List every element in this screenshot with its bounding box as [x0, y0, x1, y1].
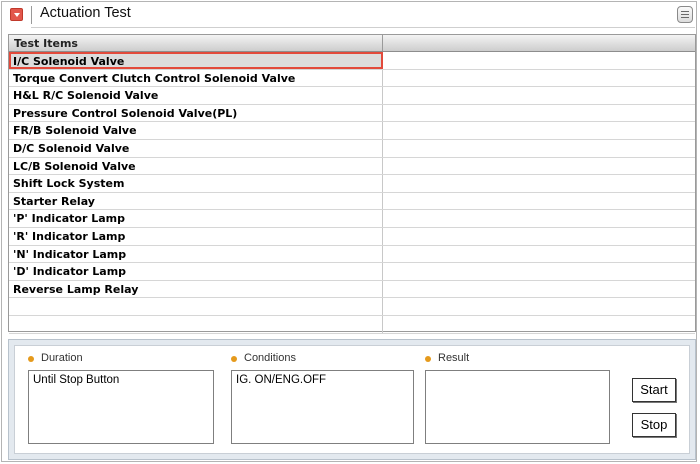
bullet-icon	[231, 356, 237, 362]
test-item-label: Reverse Lamp Relay	[9, 280, 383, 298]
test-item-label: I/C Solenoid Valve	[9, 52, 383, 69]
test-item-label: 'R' Indicator Lamp	[9, 227, 383, 245]
table-row[interactable]: 'P' Indicator Lamp	[9, 210, 695, 228]
test-item-label: Pressure Control Solenoid Valve(PL)	[9, 104, 383, 122]
table-row[interactable]: Torque Convert Clutch Control Solenoid V…	[9, 69, 695, 88]
title-bar: Actuation Test	[2, 2, 696, 28]
test-item-label: D/C Solenoid Valve	[9, 139, 383, 157]
test-item-label: Starter Relay	[9, 192, 383, 210]
test-item-label: Shift Lock System	[9, 175, 383, 192]
result-field	[425, 370, 610, 444]
menu-icon[interactable]	[677, 6, 693, 23]
table-row[interactable]: H&L R/C Solenoid Valve	[9, 87, 695, 105]
table-row[interactable]: I/C Solenoid Valve	[9, 52, 695, 70]
duration-field: Until Stop Button	[28, 370, 214, 444]
table-row[interactable]: 'N' Indicator Lamp	[9, 245, 695, 264]
test-item-label: Torque Convert Clutch Control Solenoid V…	[9, 69, 383, 87]
conditions-field: IG. ON/ENG.OFF	[231, 370, 414, 444]
test-item-label: FR/B Solenoid Valve	[9, 122, 383, 139]
table-row[interactable]	[9, 315, 695, 334]
collapse-arrow-icon[interactable]	[10, 8, 23, 21]
column-header-value[interactable]	[383, 35, 695, 51]
result-label: Result	[438, 352, 470, 364]
test-info-inner: Duration Until Stop Button Conditions IG…	[14, 345, 690, 454]
bullet-icon	[425, 356, 431, 362]
test-item-label: H&L R/C Solenoid Valve	[9, 87, 383, 104]
test-item-label: 'D' Indicator Lamp	[9, 263, 383, 280]
table-row[interactable]: FR/B Solenoid Valve	[9, 122, 695, 140]
start-button[interactable]: Start	[632, 378, 676, 402]
table-body: I/C Solenoid Valve Torque Convert Clutch …	[9, 52, 695, 334]
table-row[interactable]	[9, 298, 695, 316]
conditions-label: Conditions	[244, 352, 296, 364]
table-header: Test Items	[9, 35, 695, 52]
window-title: Actuation Test	[40, 5, 131, 21]
test-item-label: 'P' Indicator Lamp	[9, 210, 383, 227]
table-row[interactable]: Pressure Control Solenoid Valve(PL)	[9, 104, 695, 123]
table-row[interactable]: 'D' Indicator Lamp	[9, 263, 695, 281]
test-info-panel: Duration Until Stop Button Conditions IG…	[8, 339, 696, 460]
table-row[interactable]: Starter Relay	[9, 192, 695, 211]
actuation-test-window: Actuation Test Test Items I/C Solenoid V…	[1, 1, 697, 462]
bullet-icon	[28, 356, 34, 362]
test-item-label: LC/B Solenoid Valve	[9, 157, 383, 175]
table-row[interactable]: Reverse Lamp Relay	[9, 280, 695, 299]
table-row[interactable]: 'R' Indicator Lamp	[9, 227, 695, 246]
test-item-label	[9, 298, 383, 315]
table-row[interactable]: LC/B Solenoid Valve	[9, 157, 695, 176]
test-item-label: 'N' Indicator Lamp	[9, 245, 383, 263]
title-separator	[31, 6, 32, 24]
stop-button[interactable]: Stop	[632, 413, 676, 437]
test-items-table: Test Items I/C Solenoid Valve Torque Conv…	[8, 34, 696, 334]
duration-label: Duration	[41, 352, 83, 364]
table-row[interactable]: D/C Solenoid Valve	[9, 139, 695, 158]
table-row[interactable]: Shift Lock System	[9, 175, 695, 193]
test-item-label	[9, 315, 383, 333]
column-header-test-items[interactable]: Test Items	[9, 35, 383, 51]
title-underline	[31, 27, 695, 28]
